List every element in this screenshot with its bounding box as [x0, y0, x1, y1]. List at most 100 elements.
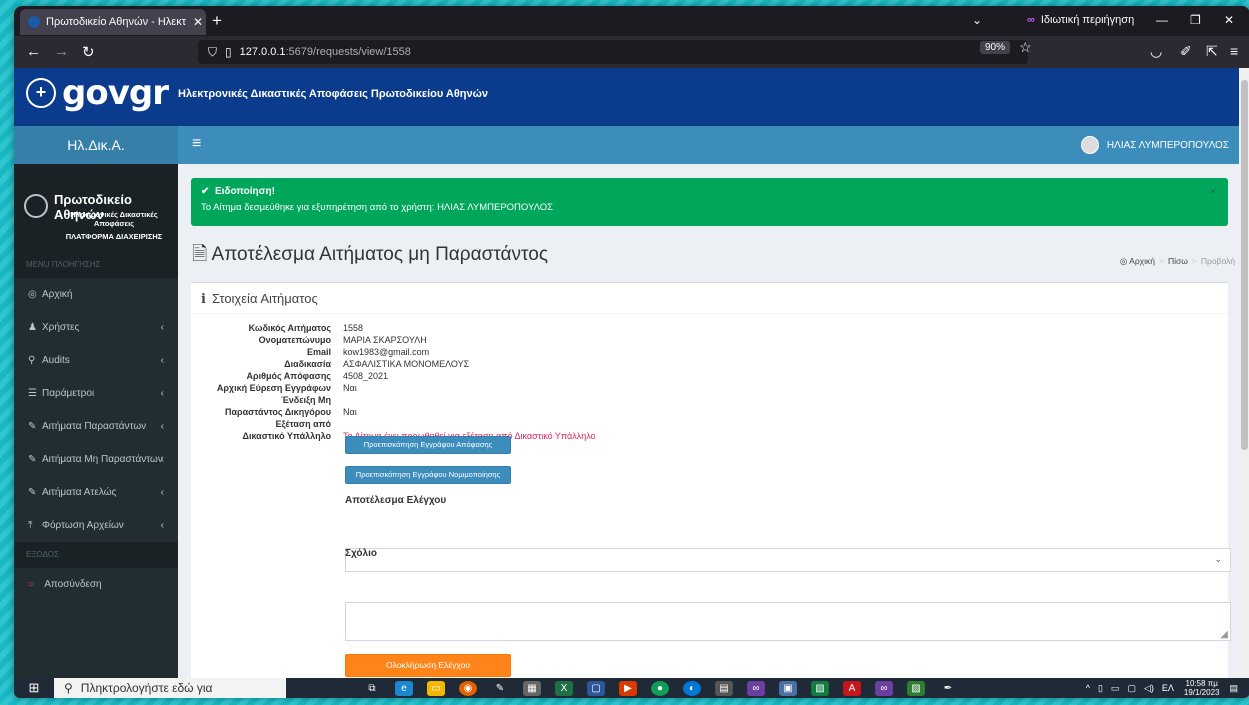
chrome-icon[interactable]: ●	[651, 680, 669, 696]
app-green-icon[interactable]: ▧	[811, 680, 829, 696]
forward-icon[interactable]: →	[54, 43, 69, 60]
complete-check-button[interactable]: Ολοκλήρωση Ελέγχου	[345, 654, 511, 677]
back-icon[interactable]: ←	[26, 43, 41, 60]
url-path: :5679/requests/view/1558	[285, 46, 411, 58]
share-icon[interactable]: ⇱	[1206, 43, 1218, 60]
clock-time: 10:58 πμ	[1185, 679, 1218, 688]
favicon-icon	[28, 16, 40, 28]
sidebar-item-1[interactable]: ♟ Χρήστες ‹	[14, 311, 178, 344]
preview-decision-button[interactable]: Προεπισκόπηση Εγγράφου Απόφασης	[345, 436, 511, 454]
page-scrollbar[interactable]	[1239, 68, 1249, 698]
sidebar-item-5[interactable]: ✎ Αιτήματα Μη Παραστάντων ‹	[14, 443, 178, 476]
box-title: i Στοιχεία Αιτήματος	[201, 291, 318, 307]
app-icon[interactable]: ▢	[587, 680, 605, 696]
language-indicator[interactable]: ΕΛ	[1162, 683, 1174, 693]
clock[interactable]: 10:58 πμ 19/1/2023	[1184, 679, 1220, 697]
avatar	[1080, 136, 1099, 154]
upload-icon: ⤒	[28, 520, 33, 531]
detail-label: Αρχική Εύρεση Εγγράφων	[216, 383, 331, 393]
excel-icon[interactable]: X	[555, 680, 573, 696]
gov-subtitle: Ηλεκτρονικές Δικαστικές Αποφάσεις Πρωτοδ…	[178, 88, 489, 100]
sidebar-item-7[interactable]: ⤒ Φόρτωση Αρχείων ‹	[14, 509, 178, 542]
pocket-icon[interactable]: ◡	[1150, 43, 1162, 60]
paint-icon[interactable]: ✎	[491, 681, 509, 696]
scrollbar-thumb[interactable]	[1241, 80, 1248, 450]
user-menu[interactable]: ΗΛΙΑΣ ΛΥΜΠΕΡΟΠΟΥΛΟΣ	[1080, 136, 1229, 154]
circle-icon: ○	[28, 579, 35, 590]
private-browsing-indicator: ∞ Ιδιωτική περιήγηση	[1027, 14, 1134, 26]
explorer-icon[interactable]: ▭	[427, 680, 445, 696]
preview-legal-button[interactable]: Προεπισκόπηση Εγγράφου Νομιμοποίησης	[345, 466, 511, 484]
tab-bar: Πρωτοδικείο Αθηνών - Ηλεκτ ✕ + ⌄ ∞ Ιδιωτ…	[14, 6, 1249, 36]
search-icon: ⚲	[64, 681, 73, 695]
comment-textarea[interactable]: ◢	[345, 602, 1231, 641]
private-browser-icon[interactable]: ∞	[747, 680, 765, 696]
page-title-text: Αποτέλεσμα Αιτήματος μη Παραστάντος	[211, 244, 548, 265]
minimize-icon[interactable]: —	[1156, 13, 1168, 27]
bookmark-star-icon[interactable]: ☆	[1019, 39, 1032, 56]
menu-icon[interactable]: ≡	[1230, 43, 1238, 59]
chevron-down-icon: ⌄	[1214, 554, 1222, 564]
battery-icon[interactable]: ▭	[1111, 683, 1120, 694]
sidebar: Πρωτοδικείο Αθηνών Ηλεκτρονικές Δικαστικ…	[14, 164, 178, 698]
windows-start-icon[interactable]: ⊞	[14, 680, 54, 696]
close-window-icon[interactable]: ✕	[1224, 13, 1234, 27]
chevron-left-icon: ‹	[160, 454, 164, 465]
shield-icon: ⛉	[208, 44, 218, 59]
chevron-left-icon: ‹	[160, 322, 164, 333]
taskbar-search[interactable]: ⚲ Πληκτρολογήστε εδώ για	[54, 678, 286, 698]
pdf-icon[interactable]: A	[843, 680, 861, 696]
alert-close-icon[interactable]: ×	[1210, 186, 1216, 198]
browser-tab[interactable]: Πρωτοδικείο Αθηνών - Ηλεκτ ✕	[20, 9, 206, 35]
app-grey-icon[interactable]: ▤	[715, 680, 733, 696]
sidebar-subtitle: Ηλεκτρονικές Δικαστικές Αποφάσεις	[70, 210, 158, 228]
browser-icon[interactable]: ◐	[683, 680, 701, 696]
app-red-icon[interactable]: ▶	[619, 680, 637, 696]
user-icon: ♟	[28, 322, 37, 333]
gov-header: + govgr Ηλεκτρονικές Δικαστικές Αποφάσει…	[14, 68, 1239, 126]
sidebar-item-6[interactable]: ✎ Αιτήματα Ατελώς ‹	[14, 476, 178, 509]
sidebar-item-4[interactable]: ✎ Αιτήματα Παραστάντων ‹	[14, 410, 178, 443]
detail-value: 4508_2021	[343, 371, 389, 381]
firefox-icon[interactable]: ◉	[459, 680, 477, 696]
private-window-icon[interactable]: ∞	[875, 680, 893, 696]
alert-message: Το Αίτημα δεσμεύθηκε για εξυπηρέτηση από…	[201, 202, 554, 213]
sidebar-item-0[interactable]: ◎ Αρχική	[14, 278, 178, 311]
volume-icon[interactable]: ◁)	[1144, 683, 1154, 694]
tab-close-icon[interactable]: ✕	[190, 15, 206, 29]
list-tabs-icon[interactable]: ⌄	[972, 13, 982, 27]
app-doc-icon[interactable]: ▨	[907, 680, 925, 696]
url-bar[interactable]: ⛉ ▯ 127.0.0.1 :5679/requests/view/1558	[198, 40, 1028, 64]
edge-icon[interactable]: e	[395, 680, 413, 696]
calculator-icon[interactable]: ▦	[523, 680, 541, 696]
app-brand[interactable]: Ηλ.Δικ.Α.	[14, 126, 178, 164]
breadcrumb-back[interactable]: Πίσω	[1168, 256, 1188, 266]
task-view-icon[interactable]: ⧉	[363, 681, 381, 696]
detail-label: Ένδειξη Μη	[281, 395, 331, 405]
sidebar-item-logout[interactable]: ○ Αποσύνδεση	[14, 568, 178, 601]
info-icon: i	[201, 292, 206, 307]
exit-header: ΕΞΟΔΟΣ	[14, 542, 178, 568]
notifications-icon[interactable]: ▤	[1229, 683, 1238, 694]
app-blue-icon[interactable]: ▣	[779, 680, 797, 696]
new-tab-button[interactable]: +	[212, 11, 222, 31]
reload-icon[interactable]: ↻	[82, 43, 95, 61]
page-title: 🗎 Αποτέλεσμα Αιτήματος μη Παραστάντος	[192, 240, 548, 272]
sidebar-item-2[interactable]: ⚲ Audits ‹	[14, 344, 178, 377]
breadcrumb-home[interactable]: Αρχική	[1129, 256, 1155, 266]
sidebar-toggle-icon[interactable]: ≡	[192, 135, 201, 153]
tools-icon[interactable]: ✐	[1180, 43, 1192, 60]
zoom-level[interactable]: 90%	[980, 41, 1011, 54]
resize-grip-icon[interactable]: ◢	[1220, 629, 1228, 640]
private-mask-icon: ∞	[1027, 14, 1035, 26]
restore-icon[interactable]: ❐	[1190, 13, 1201, 27]
result-select[interactable]: ⌄	[345, 548, 1231, 572]
tray-chevron-icon[interactable]: ^	[1086, 683, 1090, 693]
tray-app-icon[interactable]: ▯	[1098, 683, 1103, 694]
app-pen-icon[interactable]: ✒	[939, 681, 957, 696]
detail-label: Κωδικός Αιτήματος	[248, 323, 331, 333]
network-icon[interactable]: ▢	[1127, 683, 1136, 694]
edit-icon: ✎	[28, 454, 37, 465]
page-icon: ▯	[225, 45, 232, 59]
sidebar-item-3[interactable]: ☰ Παράμετροι ‹	[14, 377, 178, 410]
